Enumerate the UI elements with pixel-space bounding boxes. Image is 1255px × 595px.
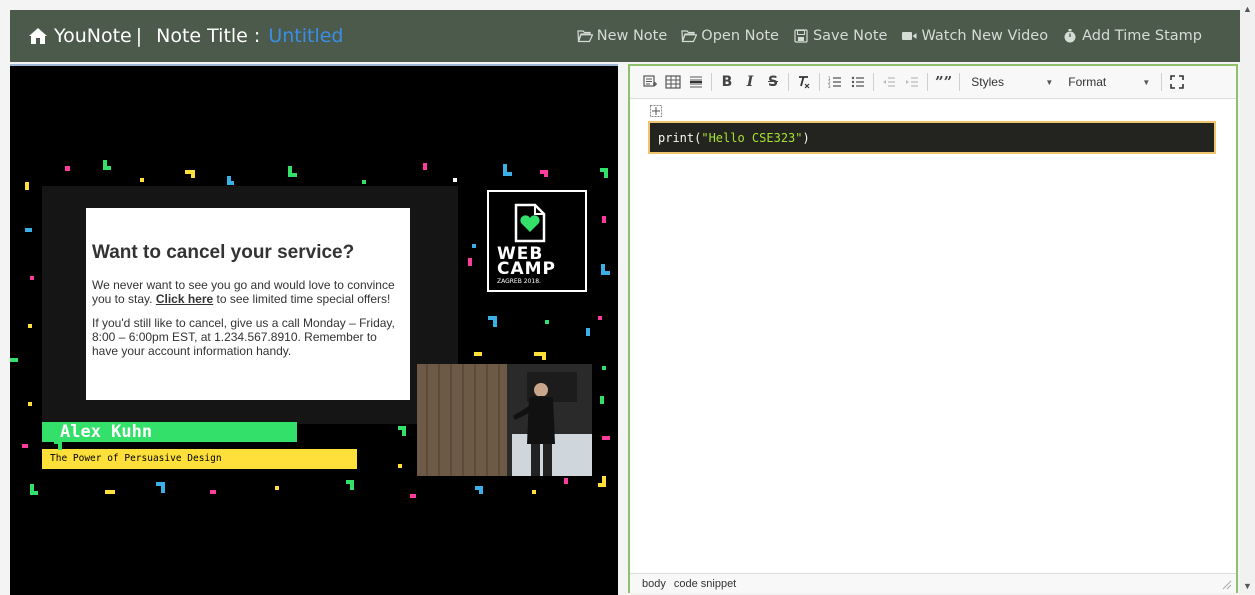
toolbar-separator [1161, 73, 1163, 91]
folder-open-icon [577, 30, 593, 43]
slide-click-here-link: Click here [155, 292, 214, 306]
stopwatch-icon [1064, 29, 1076, 43]
speaker-name-bar: Alex Kuhn [42, 422, 297, 442]
svg-text:3: 3 [828, 84, 831, 89]
chevron-down-icon: ▼ [1142, 77, 1151, 87]
page-scrollbar[interactable]: ▲ ▼ [1240, 0, 1255, 593]
styles-dropdown[interactable]: Styles ▼ [967, 75, 1057, 89]
bold-button[interactable]: B [719, 73, 735, 91]
increase-indent-icon[interactable] [904, 73, 920, 91]
scroll-up-arrow-icon[interactable]: ▲ [1243, 4, 1252, 14]
code-snippet-block[interactable]: print("Hello CSE323") [648, 121, 1216, 154]
folder-open-icon [681, 30, 698, 43]
numbered-list-icon[interactable]: 123 [827, 73, 843, 91]
logo-line-3: ZAGREB 2018. [497, 278, 541, 285]
table-icon[interactable] [665, 73, 681, 91]
brand[interactable]: YouNote | Note Title : Untitled [28, 25, 343, 47]
scroll-down-arrow-icon[interactable]: ▼ [1243, 581, 1252, 591]
element-path-bar: body code snippet [630, 573, 1236, 593]
video-camera-icon [902, 32, 917, 40]
code-function: print( [658, 130, 702, 145]
maximize-icon[interactable] [1169, 73, 1185, 91]
format-dropdown[interactable]: Format ▼ [1064, 75, 1154, 89]
new-note-label: New Note [596, 28, 668, 44]
speaker-camera-view [417, 364, 592, 476]
styles-dropdown-label: Styles [971, 75, 1004, 89]
note-title-value[interactable]: Untitled [268, 25, 343, 47]
horizontal-line-icon[interactable] [688, 73, 704, 91]
webcamp-logo: WEB CAMP ZAGREB 2018. [487, 190, 587, 292]
slide-paragraph-1: We never want to see you go and would lo… [92, 278, 402, 306]
toolbar-separator [788, 73, 789, 91]
slide-heading: Want to cancel your service? [92, 242, 355, 263]
new-note-button[interactable]: New Note [577, 28, 668, 44]
toolbar-separator [927, 73, 928, 91]
blockquote-button[interactable]: ”” [935, 73, 952, 91]
editor-toolbar: B I S 123 ”” Styles ▼ Format ▼ [630, 66, 1236, 99]
code-string: "Hello CSE323" [701, 130, 803, 145]
add-time-stamp-button[interactable]: Add Time Stamp [1062, 28, 1202, 44]
insert-code-snippet-icon[interactable] [642, 73, 658, 91]
open-note-button[interactable]: Open Note [681, 28, 779, 44]
note-title-label: Note Title : [156, 25, 261, 47]
add-time-stamp-label: Add Time Stamp [1082, 28, 1202, 44]
watch-new-video-label: Watch New Video [921, 28, 1049, 44]
slide-p1-after: to see limited time special offers! [213, 292, 391, 306]
bulleted-list-icon[interactable] [850, 73, 866, 91]
open-note-label: Open Note [701, 28, 779, 44]
logo-text: WEB CAMP [497, 246, 557, 279]
talk-title-bar: The Power of Persuasive Design [42, 449, 357, 469]
watch-new-video-button[interactable]: Watch New Video [901, 28, 1048, 44]
toolbar-separator [959, 73, 961, 91]
resize-handle-icon[interactable] [1222, 580, 1232, 590]
logo-line-2: CAMP [497, 259, 557, 279]
decrease-indent-icon[interactable] [881, 73, 897, 91]
slide-card: Want to cancel your service? We never wa… [86, 208, 410, 400]
code-close-paren: ) [802, 130, 810, 145]
toolbar-separator [819, 73, 820, 91]
speaker-figure [417, 364, 592, 476]
path-item-code-snippet[interactable]: code snippet [674, 578, 736, 590]
path-item-body[interactable]: body [642, 578, 666, 590]
nav-actions: New Note Open Note Save Note Watch New V… [577, 28, 1240, 44]
home-icon [29, 28, 47, 44]
italic-button[interactable]: I [742, 73, 758, 91]
strikethrough-button[interactable]: S [765, 73, 781, 91]
brand-separator: | [135, 25, 143, 47]
editor-content-area[interactable]: print("Hello CSE323") [630, 99, 1236, 576]
save-icon [794, 29, 808, 43]
note-editor: B I S 123 ”” Styles ▼ Format ▼ print("H… [628, 64, 1238, 593]
save-note-button[interactable]: Save Note [793, 28, 888, 44]
video-player[interactable]: Want to cancel your service? We never wa… [10, 64, 618, 595]
slide-paragraph-2: If you'd still like to cancel, give us a… [92, 316, 395, 358]
top-navbar: YouNote | Note Title : Untitled New Note… [10, 10, 1240, 62]
save-note-label: Save Note [812, 28, 888, 44]
remove-format-icon[interactable] [796, 73, 812, 91]
brand-name: YouNote [54, 25, 132, 47]
widget-drag-handle-icon[interactable] [650, 105, 662, 117]
toolbar-separator [711, 73, 712, 91]
document-heart-icon [514, 203, 546, 243]
chevron-down-icon: ▼ [1045, 77, 1054, 87]
toolbar-separator [873, 73, 874, 91]
format-dropdown-label: Format [1068, 75, 1107, 89]
